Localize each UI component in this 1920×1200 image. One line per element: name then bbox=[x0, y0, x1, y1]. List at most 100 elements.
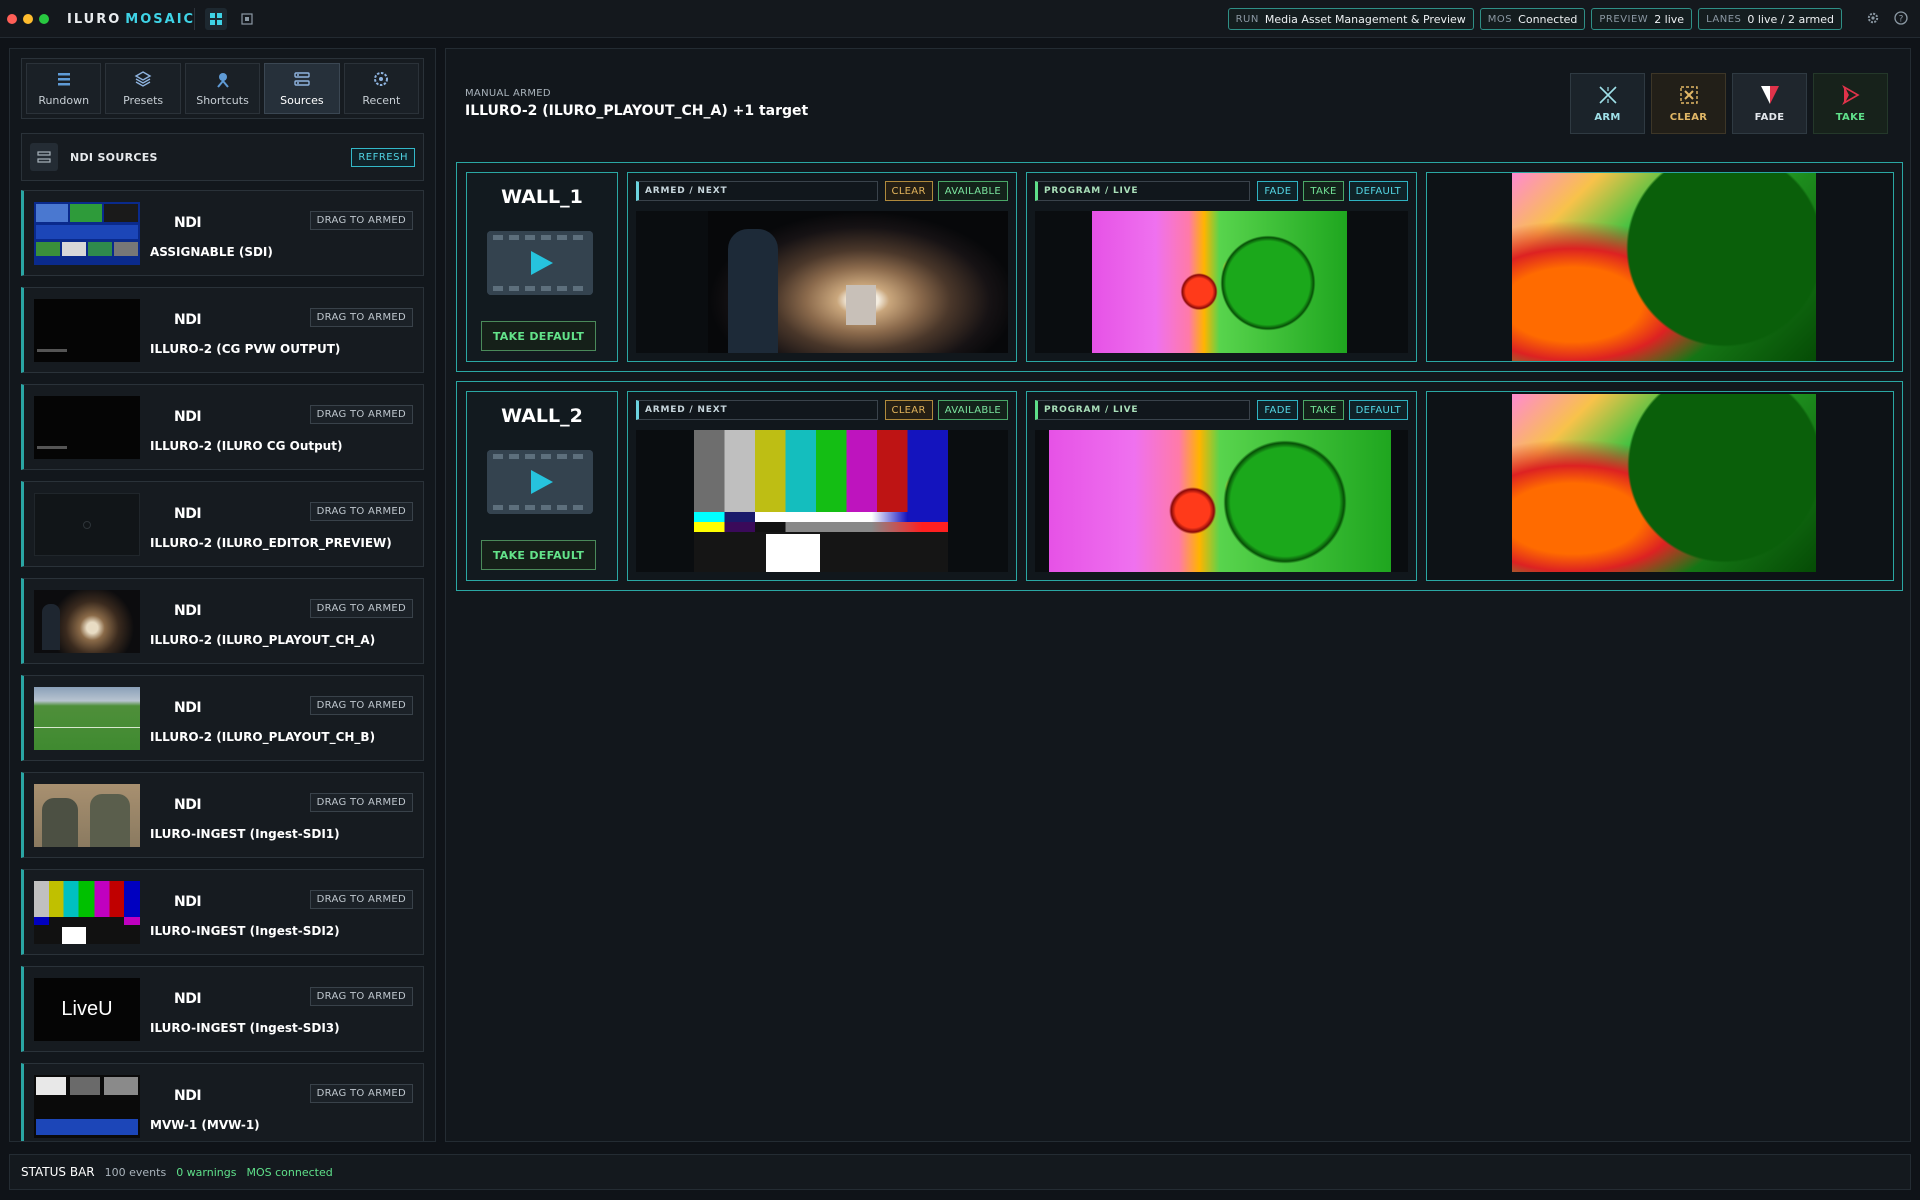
drag-to-armed-button[interactable]: DRAG TO ARMED bbox=[309, 502, 413, 521]
close-window-button[interactable] bbox=[7, 14, 17, 24]
program-preview bbox=[1035, 211, 1408, 353]
drag-to-armed-button[interactable]: DRAG TO ARMED bbox=[309, 599, 413, 618]
ndi-logo: NDI bbox=[174, 797, 202, 813]
wall-card: WALL_2 TAKE DEFAULT bbox=[466, 391, 618, 581]
available-button[interactable]: AVAILABLE bbox=[937, 181, 1008, 201]
program-live-panel: PROGRAM / LIVE FADE TAKE DEFAULT bbox=[1026, 391, 1417, 581]
program-live-title: PROGRAM / LIVE bbox=[1035, 400, 1250, 420]
video-clip-icon bbox=[487, 450, 593, 514]
wall-name: WALL_1 bbox=[501, 186, 583, 208]
drag-to-armed-button[interactable]: DRAG TO ARMED bbox=[309, 890, 413, 909]
take-default-button[interactable]: TAKE DEFAULT bbox=[481, 540, 596, 570]
list-item[interactable]: NDI DRAG TO ARMED ILURO-INGEST (Ingest-S… bbox=[21, 772, 424, 858]
wall-name: WALL_2 bbox=[501, 405, 583, 427]
event-count[interactable]: 100 events bbox=[105, 1166, 167, 1179]
arm-icon bbox=[1598, 86, 1617, 104]
list-item[interactable]: NDI DRAG TO ARMED ILURO-INGEST (Ingest-S… bbox=[21, 869, 424, 955]
source-name: ILLURO-2 (ILURO_EDITOR_PREVIEW) bbox=[150, 536, 392, 550]
run-pill[interactable]: RUN Media Asset Management & Preview bbox=[1227, 8, 1474, 30]
source-name: MVW-1 (MVW-1) bbox=[150, 1118, 260, 1132]
available-button[interactable]: AVAILABLE bbox=[937, 400, 1008, 420]
default-lane-button[interactable]: DEFAULT bbox=[1348, 400, 1408, 420]
list-item[interactable]: NDI DRAG TO ARMED ASSIGNABLE (SDI) bbox=[21, 190, 424, 276]
pill-key: RUN bbox=[1235, 13, 1259, 25]
clear-button[interactable]: CLEAR bbox=[1651, 73, 1726, 134]
main-panel: MANUAL ARMED ILLURO-2 (ILURO_PLAYOUT_CH_… bbox=[445, 48, 1911, 1142]
rundown-icon bbox=[57, 73, 70, 86]
clear-armed-button[interactable]: CLEAR bbox=[884, 400, 933, 420]
tab-presets[interactable]: Presets bbox=[105, 63, 181, 114]
list-item[interactable]: NDI DRAG TO ARMED ILLURO-2 (ILURO_EDITOR… bbox=[21, 481, 424, 567]
preview-icon bbox=[241, 13, 253, 25]
armed-buttons: CLEAR AVAILABLE bbox=[884, 400, 1008, 420]
wall-lane: WALL_2 TAKE DEFAULT ARMED / NEXT CLEAR A… bbox=[456, 381, 1903, 591]
ndi-logo: NDI bbox=[174, 215, 202, 231]
transition-actions: ARM CLEAR FADE TAKE bbox=[1570, 73, 1888, 134]
drag-to-armed-button[interactable]: DRAG TO ARMED bbox=[309, 405, 413, 424]
liveu-logo: LiveU bbox=[61, 998, 113, 1020]
take-default-button[interactable]: TAKE DEFAULT bbox=[481, 321, 596, 351]
armed-target-info: MANUAL ARMED ILLURO-2 (ILURO_PLAYOUT_CH_… bbox=[465, 88, 808, 119]
armed-next-panel: ARMED / NEXT CLEAR AVAILABLE bbox=[627, 172, 1017, 362]
pill-key: LANES bbox=[1706, 13, 1742, 25]
arch-video-frame bbox=[708, 211, 1008, 353]
list-item[interactable]: NDI DRAG TO ARMED ILLURO-2 (ILURO CG Out… bbox=[21, 384, 424, 470]
drag-to-armed-button[interactable]: DRAG TO ARMED bbox=[309, 696, 413, 715]
recent-icon bbox=[374, 72, 389, 86]
list-item[interactable]: NDI DRAG TO ARMED ILLURO-2 (CG PVW OUTPU… bbox=[21, 287, 424, 373]
source-name: ILURO-INGEST (Ingest-SDI3) bbox=[150, 1021, 340, 1035]
maximize-window-button[interactable] bbox=[39, 14, 49, 24]
mos-status: MOS connected bbox=[246, 1165, 333, 1179]
program-live-title: PROGRAM / LIVE bbox=[1035, 181, 1250, 201]
title-bar: ILURO MOSAIC RUN Media Asset Management & … bbox=[0, 0, 1920, 38]
tab-label: Shortcuts bbox=[196, 94, 249, 107]
fractal-video-frame bbox=[1049, 430, 1391, 572]
clear-armed-button[interactable]: CLEAR bbox=[884, 181, 933, 201]
source-name: ILLURO-2 (ILURO CG Output) bbox=[150, 439, 343, 453]
mos-pill[interactable]: MOS Connected bbox=[1479, 8, 1586, 30]
grid-view-button[interactable] bbox=[205, 8, 227, 30]
drag-to-armed-button[interactable]: DRAG TO ARMED bbox=[309, 1084, 413, 1103]
fade-button[interactable]: FADE bbox=[1732, 73, 1807, 134]
drag-to-armed-button[interactable]: DRAG TO ARMED bbox=[309, 211, 413, 230]
status-bar-title: STATUS BAR bbox=[21, 1165, 95, 1179]
source-thumbnail bbox=[34, 687, 140, 750]
list-item[interactable]: NDI DRAG TO ARMED ILLURO-2 (ILURO_PLAYOU… bbox=[21, 578, 424, 664]
help-icon[interactable]: ? bbox=[1894, 11, 1908, 25]
fade-lane-button[interactable]: FADE bbox=[1257, 400, 1299, 420]
lanes-pill[interactable]: LANES 0 live / 2 armed bbox=[1698, 8, 1842, 30]
drag-to-armed-button[interactable]: DRAG TO ARMED bbox=[309, 308, 413, 327]
tab-shortcuts[interactable]: Shortcuts bbox=[184, 63, 261, 114]
warning-count[interactable]: 0 warnings bbox=[176, 1166, 236, 1179]
armed-next-panel: ARMED / NEXT CLEAR AVAILABLE bbox=[627, 391, 1017, 581]
sidebar-tabs: Rundown Presets Shortcuts Sources Recent bbox=[21, 58, 424, 119]
take-lane-button[interactable]: TAKE bbox=[1303, 181, 1344, 201]
pill-value: Media Asset Management & Preview bbox=[1264, 12, 1466, 26]
refresh-button[interactable]: REFRESH bbox=[351, 147, 415, 167]
preview-pill[interactable]: PREVIEW 2 live bbox=[1591, 8, 1693, 30]
arm-button[interactable]: ARM bbox=[1570, 73, 1645, 134]
tab-rundown[interactable]: Rundown bbox=[26, 63, 102, 114]
default-lane-button[interactable]: DEFAULT bbox=[1348, 181, 1408, 201]
drag-to-armed-button[interactable]: DRAG TO ARMED bbox=[309, 987, 413, 1006]
minimize-window-button[interactable] bbox=[23, 14, 33, 24]
source-thumbnail bbox=[34, 1075, 140, 1138]
list-item[interactable]: NDI DRAG TO ARMED MVW-1 (MVW-1) bbox=[21, 1063, 424, 1141]
sources-icon bbox=[294, 72, 310, 86]
list-item[interactable]: NDI DRAG TO ARMED ILLURO-2 (ILURO_PLAYOU… bbox=[21, 675, 424, 761]
armed-preview bbox=[636, 430, 1008, 572]
source-name: ILLURO-2 (CG PVW OUTPUT) bbox=[150, 342, 341, 356]
source-name: ILLURO-2 (ILURO_PLAYOUT_CH_B) bbox=[150, 730, 376, 744]
preview-view-button[interactable] bbox=[236, 8, 258, 30]
take-button[interactable]: TAKE bbox=[1813, 73, 1888, 134]
source-thumbnail bbox=[34, 590, 140, 653]
tab-recent[interactable]: Recent bbox=[343, 63, 420, 114]
list-item[interactable]: LiveU NDI DRAG TO ARMED ILURO-INGEST (In… bbox=[21, 966, 424, 1052]
take-lane-button[interactable]: TAKE bbox=[1303, 400, 1344, 420]
gear-icon[interactable] bbox=[1866, 11, 1880, 25]
drag-to-armed-button[interactable]: DRAG TO ARMED bbox=[309, 793, 413, 812]
shortcuts-icon bbox=[216, 73, 229, 88]
tab-sources[interactable]: Sources bbox=[264, 63, 340, 114]
fade-lane-button[interactable]: FADE bbox=[1257, 181, 1299, 201]
program-buttons: FADE TAKE DEFAULT bbox=[1257, 181, 1408, 201]
